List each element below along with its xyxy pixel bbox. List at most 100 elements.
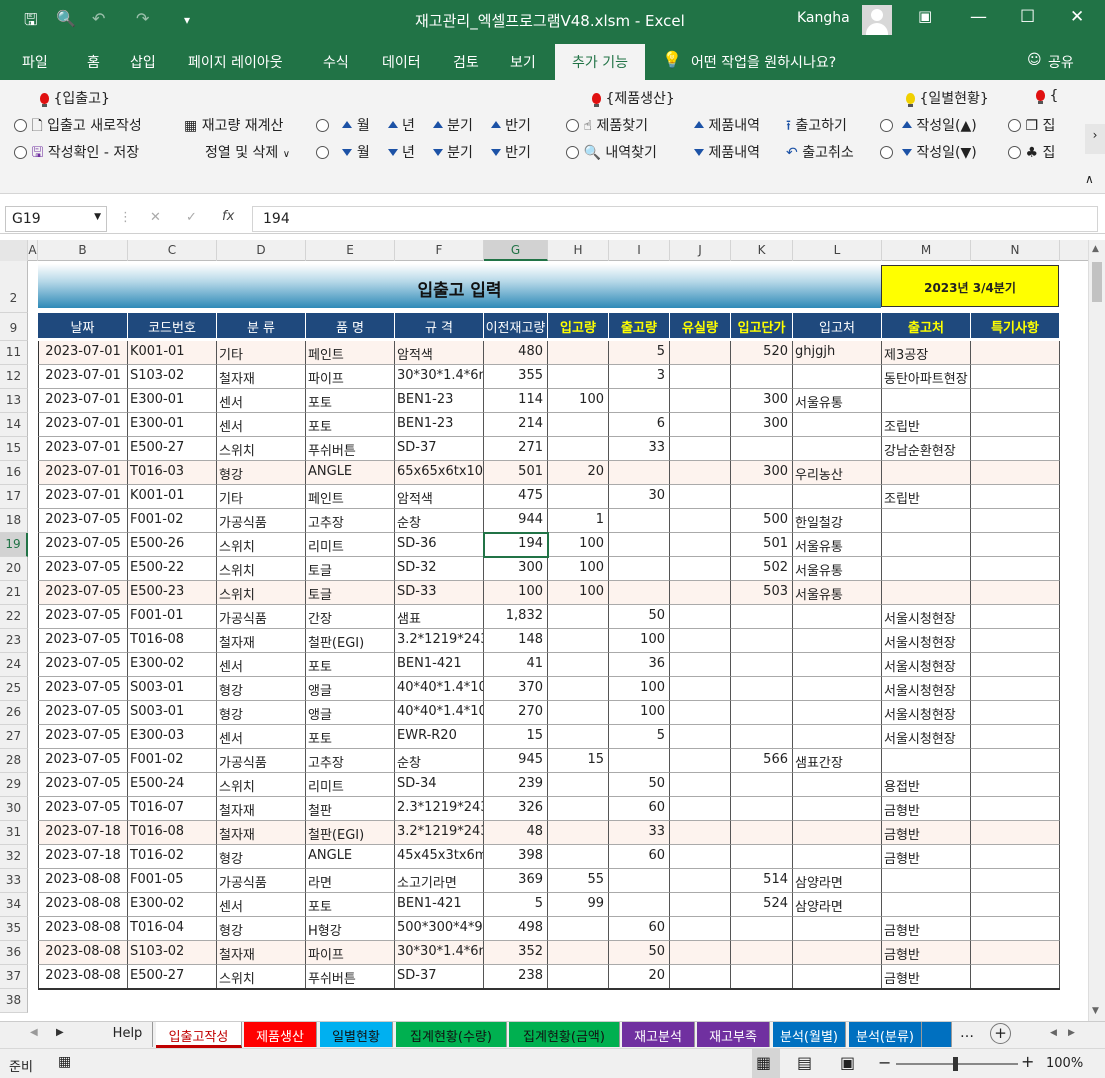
cell-supplier[interactable] [793, 965, 882, 989]
avatar[interactable] [862, 5, 892, 35]
row-header[interactable]: 35 [0, 917, 28, 941]
cell-supplier[interactable] [793, 677, 882, 701]
cell-remarks[interactable] [971, 629, 1060, 653]
cell-in-price[interactable]: 503 [731, 581, 793, 605]
cell-remarks[interactable] [971, 413, 1060, 437]
cell-code[interactable]: E500-24 [128, 773, 217, 797]
cell-code[interactable]: S103-02 [128, 941, 217, 965]
cell-prev-stock[interactable]: 48 [484, 821, 548, 845]
cell-code[interactable]: E500-22 [128, 557, 217, 581]
scroll-up-icon[interactable]: ▲ [1092, 244, 1099, 254]
radio-icon[interactable] [14, 119, 27, 132]
cell-destination[interactable] [882, 893, 971, 917]
cell-category[interactable]: 스위치 [217, 533, 306, 557]
radio-icon[interactable] [566, 119, 579, 132]
cell-out-qty[interactable]: 6 [609, 413, 670, 437]
row-header[interactable]: 30 [0, 797, 28, 821]
cell-in-price[interactable] [731, 821, 793, 845]
col-header-d[interactable]: D [217, 240, 306, 261]
cell-out-qty[interactable]: 50 [609, 941, 670, 965]
cell-date[interactable]: 2023-08-08 [38, 941, 128, 965]
cell-category[interactable]: 스위치 [217, 557, 306, 581]
cell-date[interactable]: 2023-07-05 [38, 725, 128, 749]
cell-code[interactable]: S003-01 [128, 701, 217, 725]
row-header[interactable]: 15 [0, 437, 28, 461]
col-header-e[interactable]: E [306, 240, 395, 261]
cell-supplier[interactable]: 서울유통 [793, 389, 882, 413]
cell-remarks[interactable] [971, 437, 1060, 461]
cell-category[interactable]: 형강 [217, 917, 306, 941]
cell-in-qty[interactable]: 100 [548, 557, 609, 581]
row-header[interactable]: 11 [0, 341, 28, 365]
cell-in-qty[interactable] [548, 965, 609, 989]
cell-out-qty[interactable] [609, 869, 670, 893]
cell-supplier[interactable] [793, 845, 882, 869]
cell-prev-stock[interactable]: 5 [484, 893, 548, 917]
sheet-tab[interactable]: 집계현황(수량) [396, 1022, 507, 1047]
cell-out-qty[interactable]: 33 [609, 821, 670, 845]
minimize-icon[interactable]: — [970, 7, 987, 27]
cell-category[interactable]: 가공식품 [217, 509, 306, 533]
cell-supplier[interactable] [793, 725, 882, 749]
cell-prev-stock[interactable]: 326 [484, 797, 548, 821]
cell-destination[interactable]: 제3공장 [882, 341, 971, 365]
cell-code[interactable]: F001-01 [128, 605, 217, 629]
page-layout-view-icon[interactable]: ▤ [797, 1053, 812, 1072]
cell-spec[interactable]: SD-37 [395, 965, 484, 989]
cell-prev-stock[interactable]: 270 [484, 701, 548, 725]
cell-destination[interactable]: 금형반 [882, 965, 971, 989]
cell-loss-qty[interactable] [670, 581, 731, 605]
half-asc-button[interactable]: 반기 [490, 118, 531, 134]
cell-product[interactable]: 토글 [306, 581, 395, 605]
quarter-desc-button[interactable]: 분기 [432, 145, 473, 161]
cell-product[interactable]: 간장 [306, 605, 395, 629]
cell-in-qty[interactable] [548, 797, 609, 821]
find-product-button[interactable]: ☝ 제품찾기 [566, 115, 648, 135]
row-header[interactable]: 27 [0, 725, 28, 749]
cell-loss-qty[interactable] [670, 557, 731, 581]
sheet-tab[interactable]: 일별현황 [320, 1022, 393, 1047]
cell-out-qty[interactable]: 5 [609, 341, 670, 365]
recalc-button[interactable]: ▦ 재고량 재계산 [184, 115, 283, 135]
cell-destination[interactable]: 동탄아파트현장 [882, 365, 971, 389]
cell-out-qty[interactable]: 33 [609, 437, 670, 461]
radio-icon[interactable] [880, 119, 893, 132]
add-sheet-icon[interactable]: + [990, 1023, 1011, 1044]
cell-in-price[interactable] [731, 917, 793, 941]
cell-loss-qty[interactable] [670, 797, 731, 821]
radio-icon[interactable] [14, 146, 27, 159]
cell-prev-stock[interactable]: 41 [484, 653, 548, 677]
sheet-tab[interactable]: 집계현황(금액) [509, 1022, 620, 1047]
cell-destination[interactable]: 조립반 [882, 413, 971, 437]
cell-prev-stock[interactable]: 239 [484, 773, 548, 797]
col-header-l[interactable]: L [793, 240, 882, 261]
cell-spec[interactable]: BEN1-23 [395, 413, 484, 437]
cell-supplier[interactable] [793, 437, 882, 461]
ribbon-scroll-right-icon[interactable]: › [1085, 124, 1105, 154]
sheet-tab[interactable]: 재고부족 [697, 1022, 770, 1047]
row-header[interactable]: 13 [0, 389, 28, 413]
cell-loss-qty[interactable] [670, 941, 731, 965]
worksheet-grid[interactable]: 2 9 입출고 입력 2023년 3/4분기 날짜 코드번호 분 류품 명규 격 이전… [0, 261, 1088, 1021]
cell-in-price[interactable]: 500 [731, 509, 793, 533]
cell-in-qty[interactable]: 100 [548, 533, 609, 557]
cell-in-price[interactable]: 501 [731, 533, 793, 557]
cell-loss-qty[interactable] [670, 365, 731, 389]
cell-remarks[interactable] [971, 557, 1060, 581]
cell-spec[interactable]: SD-36 [395, 533, 484, 557]
cell-supplier[interactable]: 삼양라면 [793, 893, 882, 917]
cell-spec[interactable]: 순창 [395, 749, 484, 773]
cell-remarks[interactable] [971, 677, 1060, 701]
cell-product[interactable]: 철판(EGI) [306, 629, 395, 653]
sort-delete-button[interactable]: 정열 및 삭제 ∨ [205, 142, 290, 162]
cell-product[interactable]: 라면 [306, 869, 395, 893]
cell-spec[interactable]: 65x65x6tx10m [395, 461, 484, 485]
cell-in-price[interactable] [731, 677, 793, 701]
cell-in-qty[interactable]: 100 [548, 389, 609, 413]
cell-code[interactable]: E300-01 [128, 413, 217, 437]
cell-supplier[interactable] [793, 821, 882, 845]
cell-code[interactable]: E500-27 [128, 437, 217, 461]
cell-code[interactable]: T016-04 [128, 917, 217, 941]
cell-remarks[interactable] [971, 725, 1060, 749]
cell-out-qty[interactable]: 50 [609, 605, 670, 629]
